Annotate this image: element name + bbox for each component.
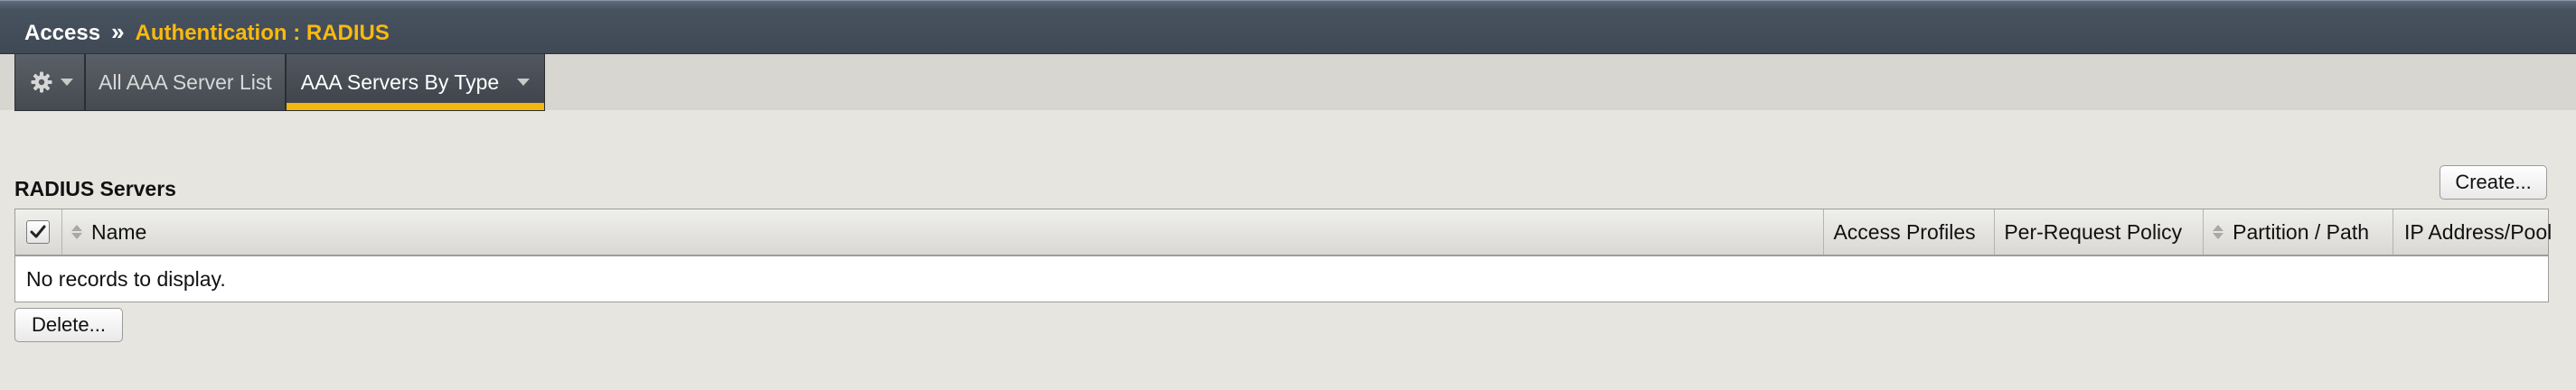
title-bar: Access » Authentication : RADIUS (0, 0, 2576, 54)
empty-table-message: No records to display. (26, 266, 226, 291)
select-all-column (15, 209, 62, 255)
breadcrumb-separator: » (111, 18, 125, 45)
column-header-ip-address-pool: IP Address/Pool (2393, 209, 2552, 255)
chevron-down-icon (61, 79, 73, 86)
table-header: Name Access Profiles Per-Request Policy … (15, 209, 2552, 256)
column-header-label: IP Address/Pool (2404, 219, 2552, 244)
create-button[interactable]: Create... (2440, 165, 2547, 200)
checkmark-icon (30, 225, 46, 238)
tab-bar: All AAA Server List AAA Servers By Type (14, 54, 546, 111)
breadcrumb-root[interactable]: Access (24, 21, 100, 45)
sort-icon (2213, 225, 2224, 239)
delete-button[interactable]: Delete... (14, 308, 123, 342)
tab-settings-menu[interactable] (15, 54, 86, 110)
column-header-access-profiles: Access Profiles (1824, 209, 1996, 255)
gear-icon (30, 70, 53, 94)
column-header-per-request-policy: Per-Request Policy (1995, 209, 2205, 255)
select-all-checkbox[interactable] (26, 220, 51, 244)
tab-aaa-servers-by-type[interactable]: AAA Servers By Type (286, 54, 545, 110)
column-header-name[interactable]: Name (62, 209, 1825, 255)
tab-strip: All AAA Server List AAA Servers By Type (0, 54, 2576, 111)
column-header-label: Partition / Path (2233, 219, 2369, 244)
column-header-label: Name (90, 219, 147, 244)
tab-all-aaa-server-list[interactable]: All AAA Server List (86, 54, 287, 110)
column-header-partition-path[interactable]: Partition / Path (2204, 209, 2393, 255)
breadcrumb: Access » Authentication : RADIUS (24, 19, 390, 46)
section-title: RADIUS Servers (14, 177, 176, 200)
tab-label: All AAA Server List (99, 70, 272, 94)
column-header-label: Per-Request Policy (2004, 219, 2183, 244)
breadcrumb-current: Authentication : RADIUS (135, 21, 390, 45)
column-header-label: Access Profiles (1833, 219, 1976, 244)
chevron-down-icon[interactable] (517, 79, 531, 86)
tab-label: AAA Servers By Type (300, 70, 500, 94)
radius-servers-table: Name Access Profiles Per-Request Policy … (14, 209, 2552, 302)
sort-icon (71, 225, 82, 239)
